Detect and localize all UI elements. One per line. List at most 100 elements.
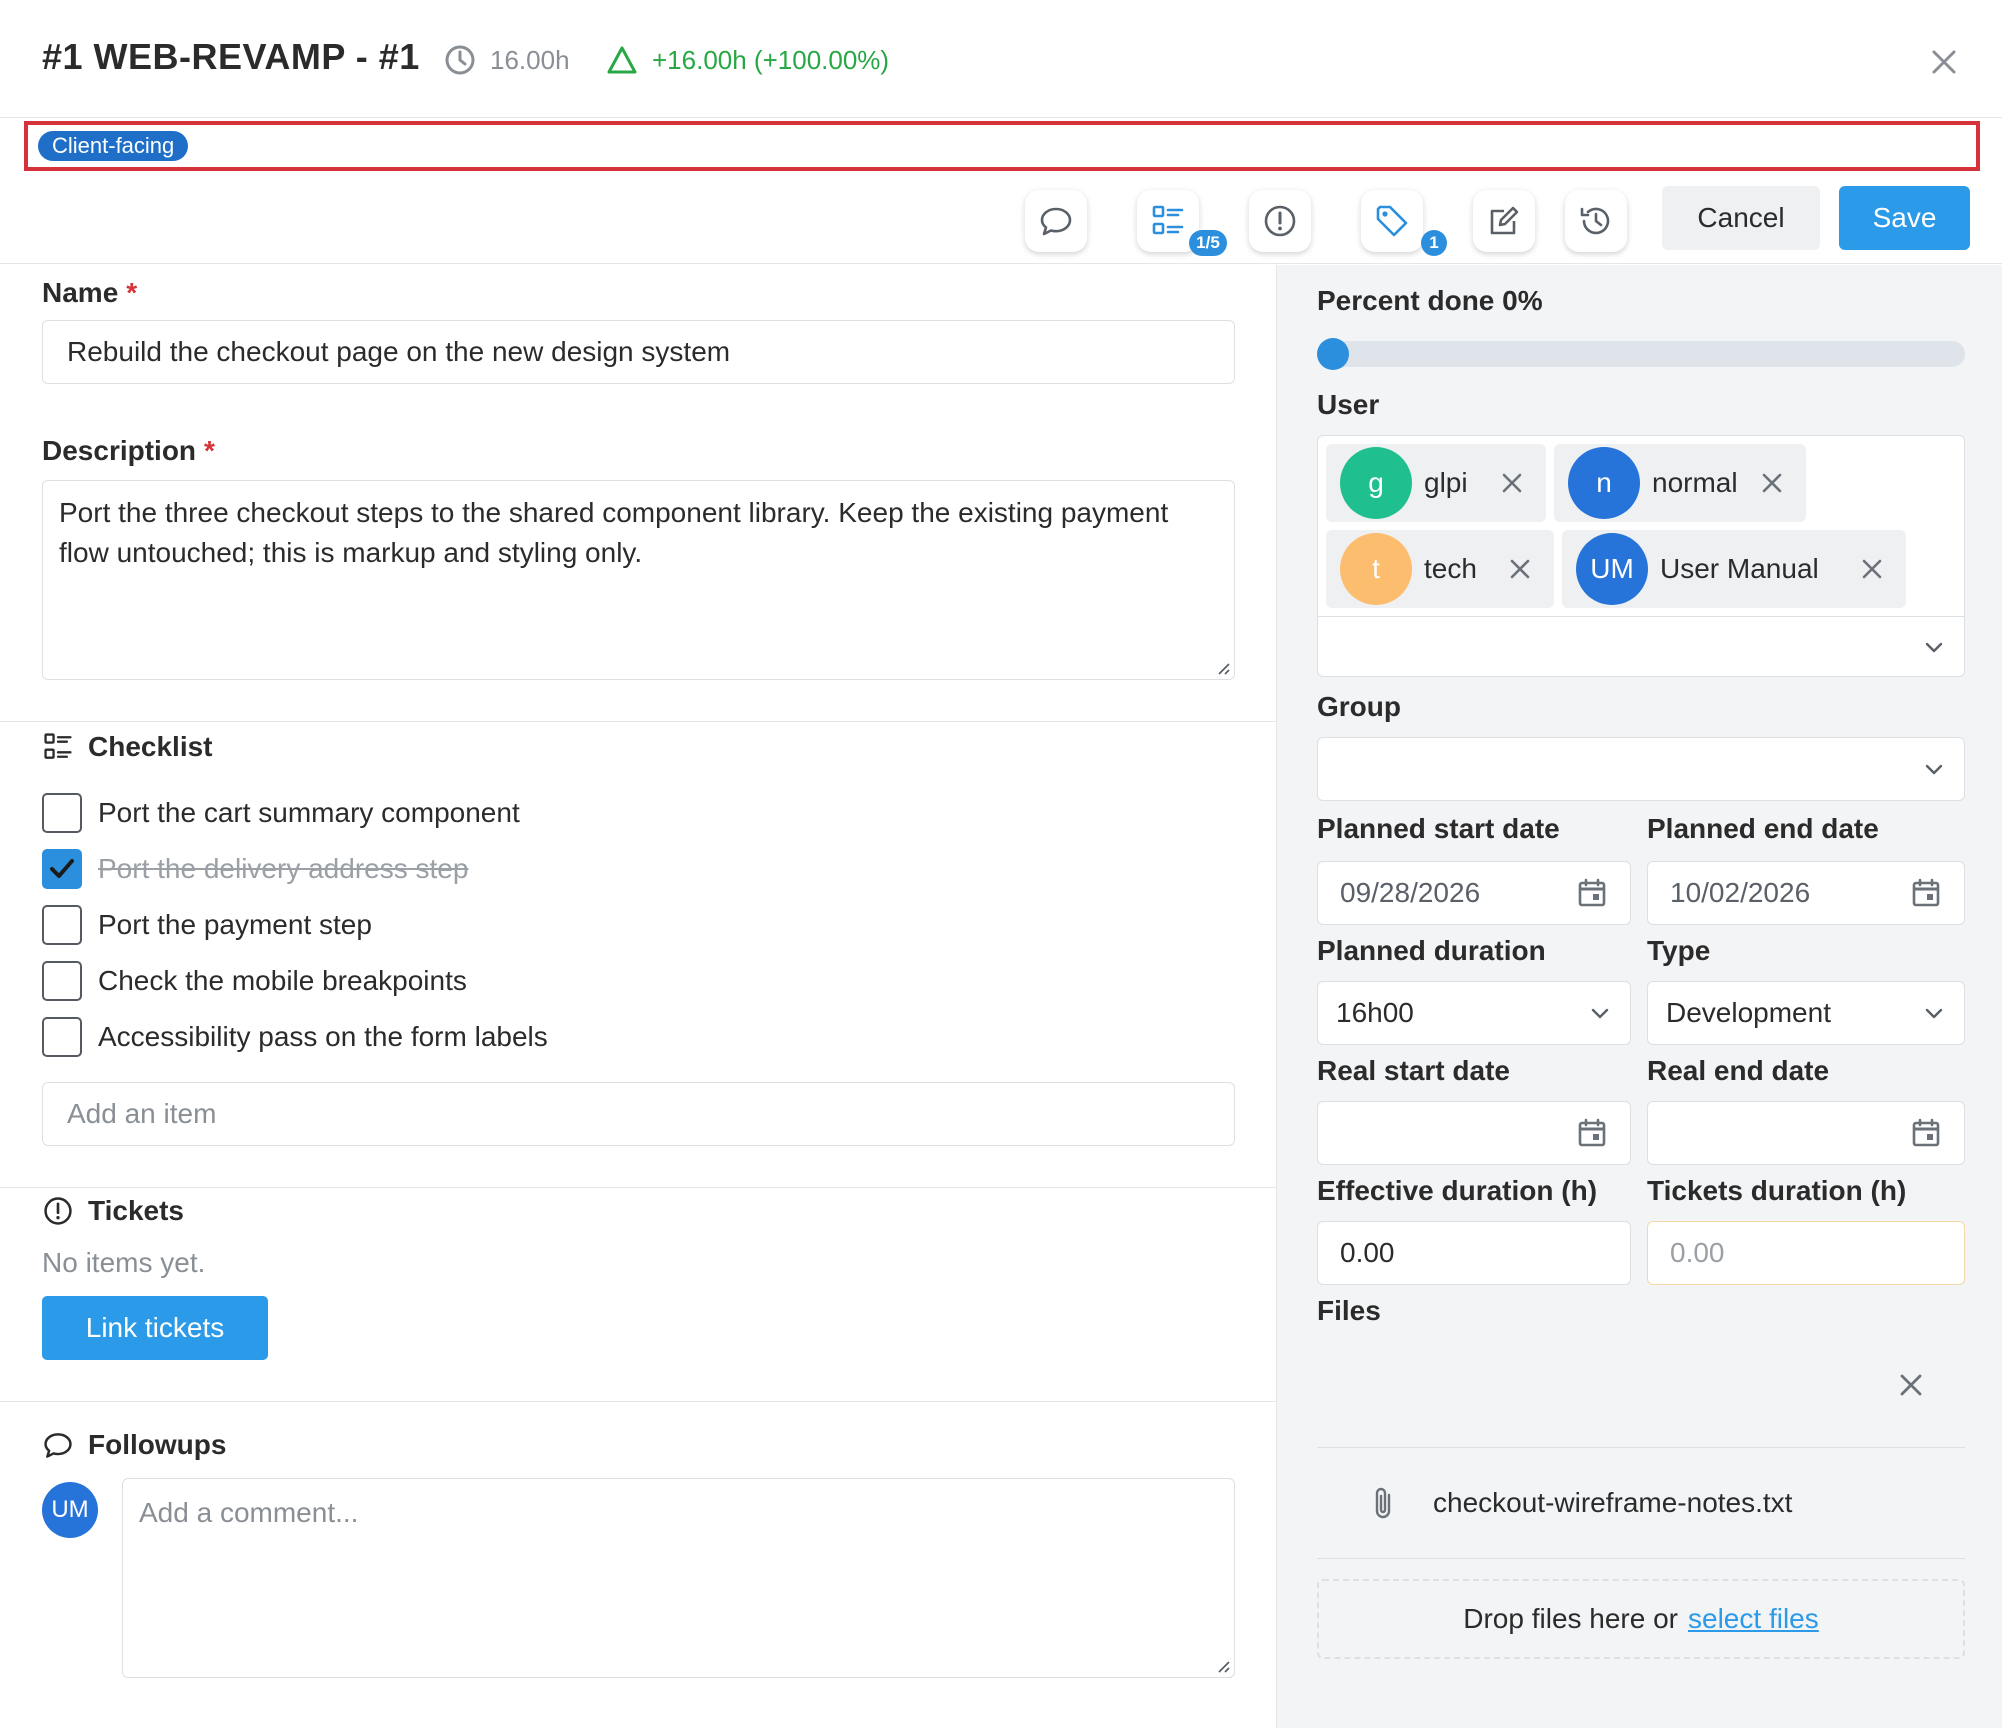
- group-label: Group: [1317, 691, 1401, 722]
- clock-icon: [445, 45, 475, 75]
- remove-icon[interactable]: [1506, 555, 1534, 583]
- calendar-icon[interactable]: [1576, 877, 1608, 909]
- dialog-title: #1 WEB-REVAMP - #1: [42, 36, 420, 77]
- percent-slider[interactable]: [1317, 338, 1965, 370]
- tickets-empty-text: No items yet.: [42, 1247, 206, 1278]
- add-item-input[interactable]: Add an item: [42, 1082, 1235, 1146]
- check-icon: [50, 859, 74, 878]
- alert-circle-icon: [44, 1197, 72, 1225]
- comment-icon: [1040, 207, 1072, 236]
- avatar: UM: [1576, 533, 1648, 605]
- tickets-duration-label: Tickets duration (h): [1647, 1175, 1907, 1206]
- checkbox[interactable]: [42, 793, 82, 833]
- history-button[interactable]: [1565, 190, 1627, 252]
- planned-end-input[interactable]: 10/02/2026: [1647, 861, 1965, 925]
- time-delta-value: +16.00h (+100.00%): [652, 44, 890, 75]
- details-sidebar: Percent done 0% User g glpi n normal t t…: [1276, 265, 2002, 1728]
- user-select-dropdown[interactable]: [1318, 616, 1964, 676]
- select-files-link[interactable]: select files: [1688, 1603, 1819, 1635]
- user-chip-tech: t tech: [1326, 530, 1554, 608]
- avatar: n: [1568, 447, 1640, 519]
- remove-icon[interactable]: [1758, 469, 1786, 497]
- user-multiselect[interactable]: g glpi n normal t tech UM User Manual: [1317, 435, 1965, 677]
- avatar: t: [1340, 533, 1412, 605]
- close-icon[interactable]: [1922, 40, 1966, 84]
- percent-done-label: Percent done 0%: [1317, 285, 1543, 316]
- comment-textarea[interactable]: Add a comment...: [122, 1478, 1235, 1678]
- planned-end-label: Planned end date: [1647, 813, 1879, 844]
- effective-duration-label: Effective duration (h): [1317, 1175, 1598, 1206]
- task-dialog: #1 WEB-REVAMP - #1 16.00h +16.00h (+100.…: [0, 0, 2002, 1728]
- description-label: Description *: [42, 435, 215, 466]
- slider-handle[interactable]: [1317, 338, 1349, 370]
- planned-duration-select[interactable]: 16h00: [1317, 981, 1631, 1045]
- triangle-up-icon: [607, 46, 637, 74]
- description-textarea[interactable]: Port the three checkout steps to the sha…: [42, 480, 1235, 680]
- resize-handle-icon[interactable]: [1214, 1657, 1230, 1673]
- checklist-item[interactable]: Check the mobile breakpoints: [42, 961, 467, 1001]
- checklist-badge: 1/5: [1189, 230, 1227, 256]
- chevron-down-icon: [1591, 1008, 1609, 1019]
- group-select[interactable]: [1317, 737, 1965, 801]
- close-icon[interactable]: [1893, 1367, 1929, 1403]
- followups-title: Followups: [42, 1429, 226, 1461]
- file-name[interactable]: checkout-wireframe-notes.txt: [1433, 1487, 1792, 1519]
- followups-button[interactable]: [1025, 190, 1087, 252]
- calendar-icon[interactable]: [1576, 1117, 1608, 1149]
- remove-icon[interactable]: [1498, 469, 1526, 497]
- tag-icon: [1376, 205, 1408, 237]
- checkbox[interactable]: [42, 905, 82, 945]
- checklist-item[interactable]: Port the payment step: [42, 905, 372, 945]
- remove-icon[interactable]: [1858, 555, 1886, 583]
- file-item[interactable]: checkout-wireframe-notes.txt: [1317, 1447, 1965, 1559]
- cancel-button[interactable]: Cancel: [1662, 186, 1820, 250]
- name-input[interactable]: Rebuild the checkout page on the new des…: [42, 320, 1235, 384]
- save-button[interactable]: Save: [1839, 186, 1970, 250]
- alert-circle-icon: [1264, 205, 1296, 237]
- files-label: Files: [1317, 1295, 1381, 1326]
- planned-time: 16.00h: [444, 44, 570, 76]
- time-delta: +16.00h (+100.00%): [606, 44, 889, 76]
- tags-badge: 1: [1421, 230, 1447, 256]
- tag-bar[interactable]: Client-facing: [24, 121, 1980, 171]
- chevron-down-icon: [1925, 764, 1943, 775]
- type-label: Type: [1647, 935, 1711, 966]
- file-dropzone[interactable]: Drop files here or select files: [1317, 1579, 1965, 1659]
- tickets-button[interactable]: [1249, 190, 1311, 252]
- checklist-button[interactable]: 1/5: [1137, 190, 1227, 256]
- checkbox[interactable]: [42, 961, 82, 1001]
- link-tickets-button[interactable]: Link tickets: [42, 1296, 268, 1360]
- tags-button[interactable]: 1: [1361, 190, 1447, 256]
- resize-handle-icon[interactable]: [1214, 659, 1230, 675]
- chevron-down-icon: [1925, 1008, 1943, 1019]
- planned-start-label: Planned start date: [1317, 813, 1560, 844]
- edit-button[interactable]: [1473, 190, 1535, 252]
- edit-icon: [1490, 206, 1519, 235]
- avatar: g: [1340, 447, 1412, 519]
- real-end-label: Real end date: [1647, 1055, 1830, 1086]
- real-start-input[interactable]: [1317, 1101, 1631, 1165]
- type-select[interactable]: Development: [1647, 981, 1965, 1045]
- checkbox-checked[interactable]: [42, 849, 82, 889]
- toolbar: 1/5 1 Cancel Save: [0, 178, 2002, 264]
- dialog-header: #1 WEB-REVAMP - #1 16.00h +16.00h (+100.…: [0, 0, 2002, 118]
- calendar-icon[interactable]: [1910, 1117, 1942, 1149]
- user-chip-glpi: g glpi: [1326, 444, 1546, 522]
- name-label: Name *: [42, 277, 138, 308]
- history-icon: [1580, 207, 1610, 235]
- planned-duration-label: Planned duration: [1317, 935, 1546, 966]
- checklist-item[interactable]: Accessibility pass on the form labels: [42, 1017, 548, 1057]
- tickets-title: Tickets: [42, 1195, 184, 1227]
- checklist-icon: [44, 733, 72, 759]
- user-label: User: [1317, 389, 1380, 420]
- checkbox[interactable]: [42, 1017, 82, 1057]
- checklist-item[interactable]: Port the delivery address step: [42, 849, 468, 889]
- planned-start-input[interactable]: 09/28/2026: [1317, 861, 1631, 925]
- calendar-icon[interactable]: [1910, 877, 1942, 909]
- checklist-item[interactable]: Port the cart summary component: [42, 793, 520, 833]
- real-start-label: Real start date: [1317, 1055, 1510, 1086]
- effective-duration-input[interactable]: 0.00: [1317, 1221, 1631, 1285]
- tag-client-facing[interactable]: Client-facing: [38, 131, 189, 161]
- real-end-input[interactable]: [1647, 1101, 1965, 1165]
- planned-time-value: 16.00h: [490, 44, 570, 75]
